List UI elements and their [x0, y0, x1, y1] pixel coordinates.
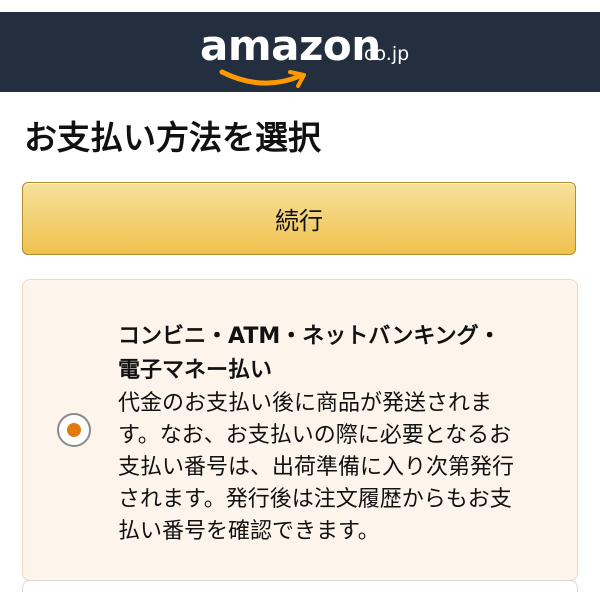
radio-selected-dot — [67, 423, 81, 437]
payment-option-title: コンビニ・ATM・ネットバンキング・ 電子マネー払い — [118, 320, 558, 388]
checkout-page: amazon .co.jp お支払い方法を選択 続行 コンビニ・ATM・ネットバ… — [0, 0, 600, 592]
payment-option-text: コンビニ・ATM・ネットバンキング・ 電子マネー払い 代金のお支払い後に商品が発… — [118, 320, 558, 548]
payment-option-convenience-store[interactable]: コンビニ・ATM・ネットバンキング・ 電子マネー払い 代金のお支払い後に商品が発… — [22, 279, 578, 581]
next-payment-option-card[interactable] — [22, 580, 578, 592]
continue-button-label: 続行 — [275, 207, 323, 235]
continue-button[interactable]: 続行 — [22, 182, 576, 255]
payment-option-title-line-1: コンビニ・ATM・ネットバンキング・ — [118, 324, 501, 349]
page-title: お支払い方法を選択 — [24, 118, 321, 157]
logo-domain-suffix: .co.jp — [358, 43, 410, 65]
description-line: 支払い番号は、出荷準備に入り次第発行 — [118, 455, 515, 480]
header: amazon .co.jp — [0, 12, 600, 92]
description-line: されます。発行後は注文履歴からもお支 — [118, 487, 512, 512]
logo-word: amazon — [200, 21, 381, 70]
description-line: 代金のお支払い後に商品が発送されま — [118, 391, 493, 416]
payment-option-radio[interactable] — [57, 413, 91, 447]
payment-option-title-line-2: 電子マネー払い — [118, 358, 273, 383]
description-line: す。なお、お支払いの際に必要となるお — [118, 423, 512, 448]
description-line: 払い番号を確認できます。 — [118, 519, 380, 544]
status-bar-strip — [0, 0, 600, 12]
payment-option-description: 代金のお支払い後に商品が発送されま す。なお、お支払いの際に必要となるお 支払い… — [118, 388, 558, 548]
smile-arrow-icon — [219, 69, 306, 88]
amazon-logo[interactable]: amazon .co.jp — [200, 20, 410, 88]
